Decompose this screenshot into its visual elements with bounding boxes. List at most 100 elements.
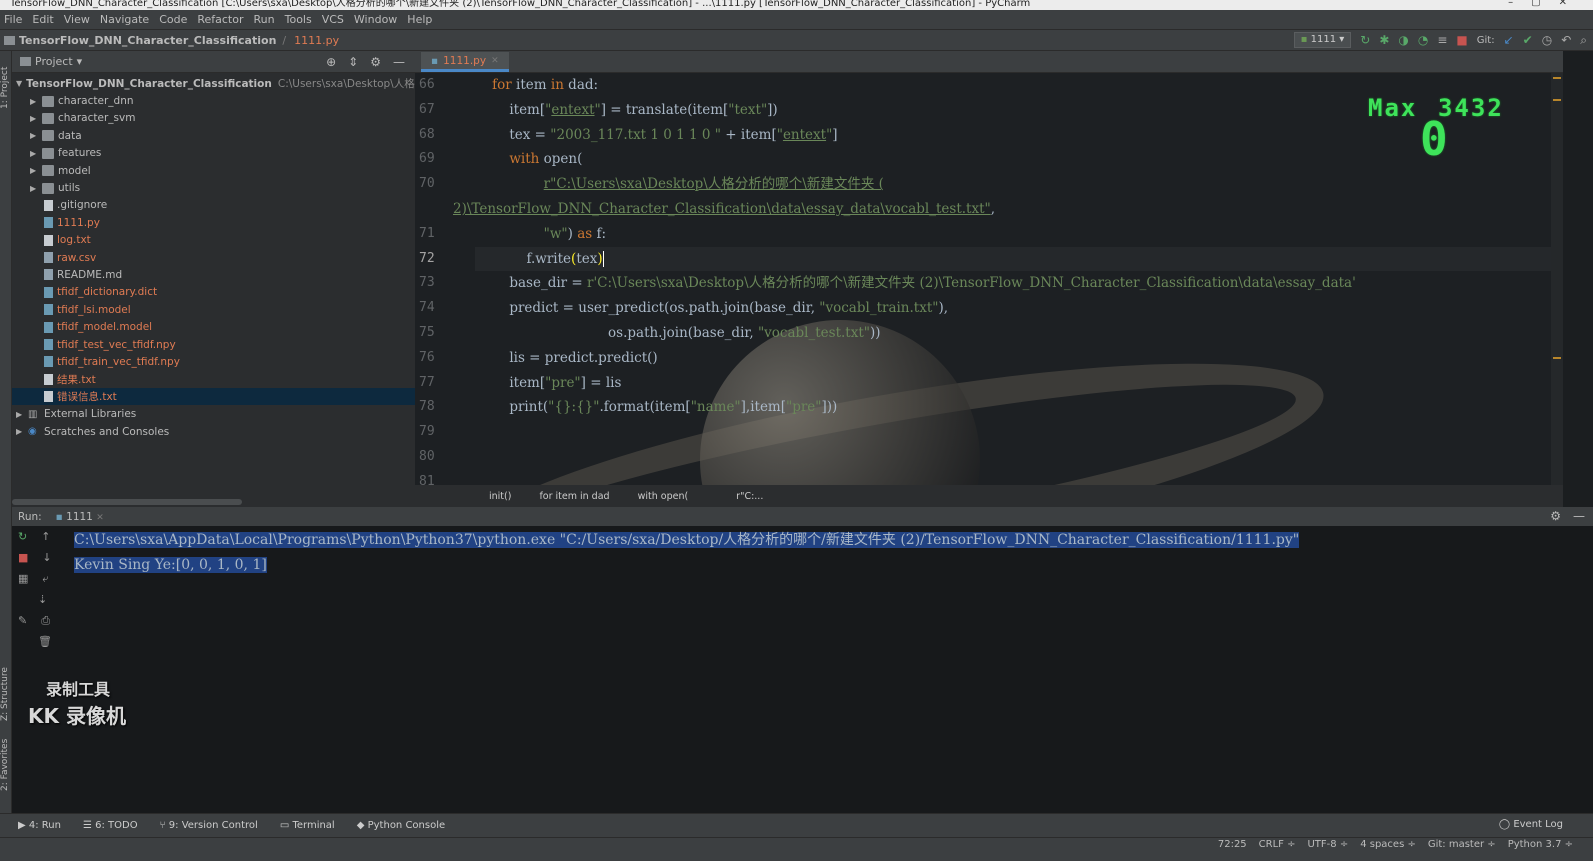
git-revert-icon[interactable]: ↶ xyxy=(1561,33,1571,47)
project-view-selector[interactable]: Project xyxy=(35,55,73,68)
menu-run[interactable]: Run xyxy=(250,13,281,26)
tree-file[interactable]: tfidf_model.model xyxy=(12,318,415,335)
git-update-icon[interactable]: ↙ xyxy=(1504,33,1514,47)
menu-help[interactable]: Help xyxy=(403,13,438,26)
run-console-output[interactable]: C:\Users\sxa\AppData\Local\Programs\Pyth… xyxy=(74,528,1593,578)
tree-file[interactable]: tfidf_train_vec_tfidf.npy xyxy=(12,353,415,370)
menu-edit[interactable]: Edit xyxy=(28,13,59,26)
horizontal-scrollbar[interactable] xyxy=(12,499,242,505)
status-encoding[interactable]: UTF-8 ÷ xyxy=(1307,839,1348,850)
collapsed-arrow-icon[interactable]: ▶ xyxy=(30,166,42,175)
menu-view[interactable]: View xyxy=(60,13,96,26)
tree-file[interactable]: 1111.py xyxy=(12,214,415,231)
tree-folder[interactable]: ▶ utils xyxy=(12,179,415,196)
status-indent[interactable]: 4 spaces ÷ xyxy=(1360,839,1416,850)
collapsed-arrow-icon[interactable]: ▶ xyxy=(16,427,28,436)
error-stripe[interactable] xyxy=(1551,73,1563,485)
concurrency-icon[interactable]: ≡ xyxy=(1437,33,1447,47)
chevron-down-icon[interactable]: ▾ xyxy=(77,55,83,68)
editor-tab-1111py[interactable]: ▪ 1111.py ✕ xyxy=(421,52,509,72)
warning-marker[interactable] xyxy=(1553,99,1561,101)
collapsed-arrow-icon[interactable]: ▶ xyxy=(30,114,42,123)
pin-icon[interactable]: ✎ xyxy=(18,614,27,627)
collapsed-arrow-icon[interactable]: ▶ xyxy=(30,184,42,193)
menu-refactor[interactable]: Refactor xyxy=(193,13,249,26)
tree-file[interactable]: .gitignore xyxy=(12,197,415,214)
menu-file[interactable]: File xyxy=(0,13,28,26)
status-git-branch[interactable]: Git: master ÷ xyxy=(1428,839,1496,850)
expand-arrow-icon[interactable]: ▼ xyxy=(16,79,22,88)
close-icon[interactable]: ✕ xyxy=(491,56,499,66)
print-icon[interactable]: ⎙ xyxy=(41,614,50,628)
tree-folder[interactable]: ▶ character_svm xyxy=(12,110,415,127)
run-config-selector[interactable]: ▪ 1111 ▾ xyxy=(1293,32,1352,48)
git-commit-icon[interactable]: ✔ xyxy=(1523,33,1533,47)
breadcrumb-file[interactable]: 1111.py xyxy=(286,34,339,47)
warning-marker[interactable] xyxy=(1553,357,1561,359)
tree-scratches[interactable]: ▶ ◉ Scratches and Consoles xyxy=(12,423,415,440)
warning-marker[interactable] xyxy=(1553,77,1561,79)
search-icon[interactable]: ⌕ xyxy=(1580,33,1587,48)
tool-todo[interactable]: ☰ 6: TODO xyxy=(83,820,138,831)
breadcrumb-item[interactable]: for item in dad xyxy=(539,491,609,502)
gear-icon[interactable]: ⚙ xyxy=(370,55,381,69)
profile-icon[interactable]: ◔ xyxy=(1418,33,1428,47)
tree-file[interactable]: README.md xyxy=(12,266,415,283)
tree-file-selected[interactable]: 错误信息.txt xyxy=(12,388,415,406)
close-icon[interactable]: ✕ xyxy=(96,513,104,523)
breadcrumb-item[interactable]: init() xyxy=(489,491,511,502)
collapsed-arrow-icon[interactable]: ▶ xyxy=(30,97,42,106)
collapse-icon[interactable]: ⇕ xyxy=(348,55,358,69)
menu-tools[interactable]: Tools xyxy=(281,13,318,26)
tree-file[interactable]: log.txt xyxy=(12,232,415,249)
tree-external-libraries[interactable]: ▶ ▥ External Libraries xyxy=(12,405,415,422)
menu-window[interactable]: Window xyxy=(350,13,403,26)
rerun-icon[interactable]: ↻ xyxy=(18,530,27,543)
breadcrumb-project[interactable]: TensorFlow_DNN_Character_Classification xyxy=(15,34,276,47)
status-position[interactable]: 72:25 xyxy=(1218,839,1247,850)
coverage-icon[interactable]: ◑ xyxy=(1398,33,1408,47)
window-controls[interactable]: –▢✕ xyxy=(1508,0,1585,8)
scroll-end-icon[interactable]: ⇣ xyxy=(32,593,47,606)
status-line-separator[interactable]: CRLF ÷ xyxy=(1259,839,1296,850)
stop-icon[interactable]: ■ xyxy=(1456,33,1467,47)
tool-version-control[interactable]: ⑂ 9: Version Control xyxy=(160,820,258,831)
collapsed-arrow-icon[interactable]: ▶ xyxy=(30,149,42,158)
tool-run[interactable]: ▶ 4: Run xyxy=(18,820,61,831)
rerun-icon[interactable]: ↻ xyxy=(1360,33,1370,47)
tree-folder[interactable]: ▶ data xyxy=(12,127,415,144)
gear-icon[interactable]: ⚙ xyxy=(1550,509,1561,523)
stop-icon[interactable]: ■ xyxy=(18,551,28,564)
structure-tool-tab[interactable]: Z: Structure xyxy=(0,667,10,721)
trash-icon[interactable]: 🗑 xyxy=(32,635,52,648)
debug-icon[interactable]: ✱ xyxy=(1379,33,1389,47)
project-tool-tab[interactable]: 1: Project xyxy=(0,67,10,109)
tree-file[interactable]: raw.csv xyxy=(12,249,415,266)
tree-folder[interactable]: ▶ character_dnn xyxy=(12,92,415,109)
code-area[interactable]: for item in dad: item["entext"] = transl… xyxy=(453,73,1563,495)
collapsed-arrow-icon[interactable]: ▶ xyxy=(30,131,42,140)
hide-icon[interactable]: — xyxy=(1573,509,1585,523)
breadcrumb-item[interactable]: with open( xyxy=(638,491,689,502)
up-icon[interactable]: ↑ xyxy=(41,530,50,543)
menu-navigate[interactable]: Navigate xyxy=(96,13,155,26)
event-log[interactable]: ◯ Event Log xyxy=(1499,819,1563,830)
tree-folder[interactable]: ▶ features xyxy=(12,145,415,162)
menu-code[interactable]: Code xyxy=(155,13,193,26)
locate-icon[interactable]: ⊕ xyxy=(326,55,336,69)
tool-terminal[interactable]: ▭ Terminal xyxy=(280,820,335,831)
hide-icon[interactable]: — xyxy=(393,55,405,69)
menu-vcs[interactable]: VCS xyxy=(318,13,350,26)
collapsed-arrow-icon[interactable]: ▶ xyxy=(16,410,28,419)
soft-wrap-icon[interactable]: ⤶ xyxy=(42,572,48,586)
tree-file[interactable]: tfidf_dictionary.dict xyxy=(12,284,415,301)
down-icon[interactable]: ↓ xyxy=(42,551,51,564)
tree-folder[interactable]: ▶ model xyxy=(12,162,415,179)
breadcrumb-item[interactable]: r"C:... xyxy=(716,491,763,502)
run-tab[interactable]: ▪ 1111 ✕ xyxy=(56,511,104,523)
status-interpreter[interactable]: Python 3.7 ÷ xyxy=(1508,839,1573,850)
git-history-icon[interactable]: ◷ xyxy=(1542,33,1552,47)
tree-file[interactable]: tfidf_lsi.model xyxy=(12,301,415,318)
favorites-tool-tab[interactable]: 2: Favorites xyxy=(0,739,10,791)
layout-icon[interactable]: ▦ xyxy=(18,572,28,585)
